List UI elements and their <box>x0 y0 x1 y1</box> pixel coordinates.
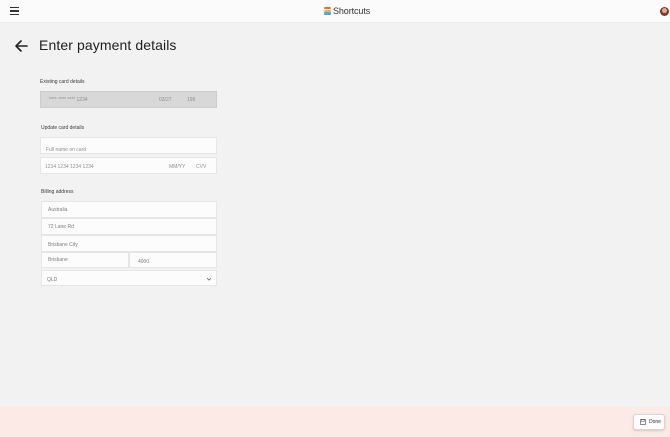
brand-logo[interactable]: Shortcuts <box>324 6 370 16</box>
suburb-value[interactable]: Brisbane <box>48 257 68 263</box>
menu-icon[interactable] <box>10 7 19 15</box>
street-field[interactable]: 72 Lane Rd <box>41 218 217 235</box>
city-field[interactable]: Brisbane City <box>41 235 217 252</box>
country-field[interactable]: Australia <box>41 201 217 218</box>
postcode-value[interactable]: 4000 <box>138 259 149 265</box>
card-cvv-placeholder[interactable]: CVV <box>196 164 206 170</box>
chevron-down-icon[interactable] <box>206 276 212 282</box>
done-button[interactable]: Done <box>633 414 665 430</box>
state-value[interactable]: QLD <box>47 277 57 283</box>
postcode-field[interactable]: 4000 <box>129 252 217 268</box>
state-select[interactable]: QLD <box>41 270 217 286</box>
existing-card-label: Existing card details <box>40 79 85 85</box>
city-value[interactable]: Brisbane City <box>48 242 78 248</box>
user-avatar[interactable] <box>660 7 669 16</box>
card-expiry-placeholder[interactable]: MM/YY <box>169 164 185 170</box>
top-bar: Shortcuts <box>0 0 670 23</box>
existing-card-expiry: 03/27 <box>159 97 172 103</box>
existing-card-cvv: 199 <box>187 97 196 103</box>
back-arrow-icon[interactable] <box>14 39 28 53</box>
page-title: Enter payment details <box>39 37 177 53</box>
card-number-field[interactable]: 1234 1234 1234 1234 MM/YY CVV <box>40 157 217 174</box>
street-value[interactable]: 72 Lane Rd <box>48 224 74 230</box>
brand-name: Shortcuts <box>333 6 371 16</box>
save-icon <box>640 419 646 425</box>
existing-card-number: **** **** **** 1234 <box>49 97 88 103</box>
billing-address-label: Billing address <box>41 189 74 195</box>
suburb-field[interactable]: Brisbane <box>41 252 129 268</box>
card-name-field[interactable] <box>40 137 217 158</box>
logo-mark-icon <box>324 7 331 15</box>
bottom-bar <box>0 407 670 437</box>
country-value[interactable]: Australia <box>48 207 67 213</box>
done-label: Done <box>649 419 661 425</box>
card-number-placeholder[interactable]: 1234 1234 1234 1234 <box>45 164 94 170</box>
card-name-input[interactable] <box>41 142 216 158</box>
update-card-label: Update card details <box>41 125 85 131</box>
existing-card-field: **** **** **** 1234 03/27 199 <box>40 91 217 108</box>
